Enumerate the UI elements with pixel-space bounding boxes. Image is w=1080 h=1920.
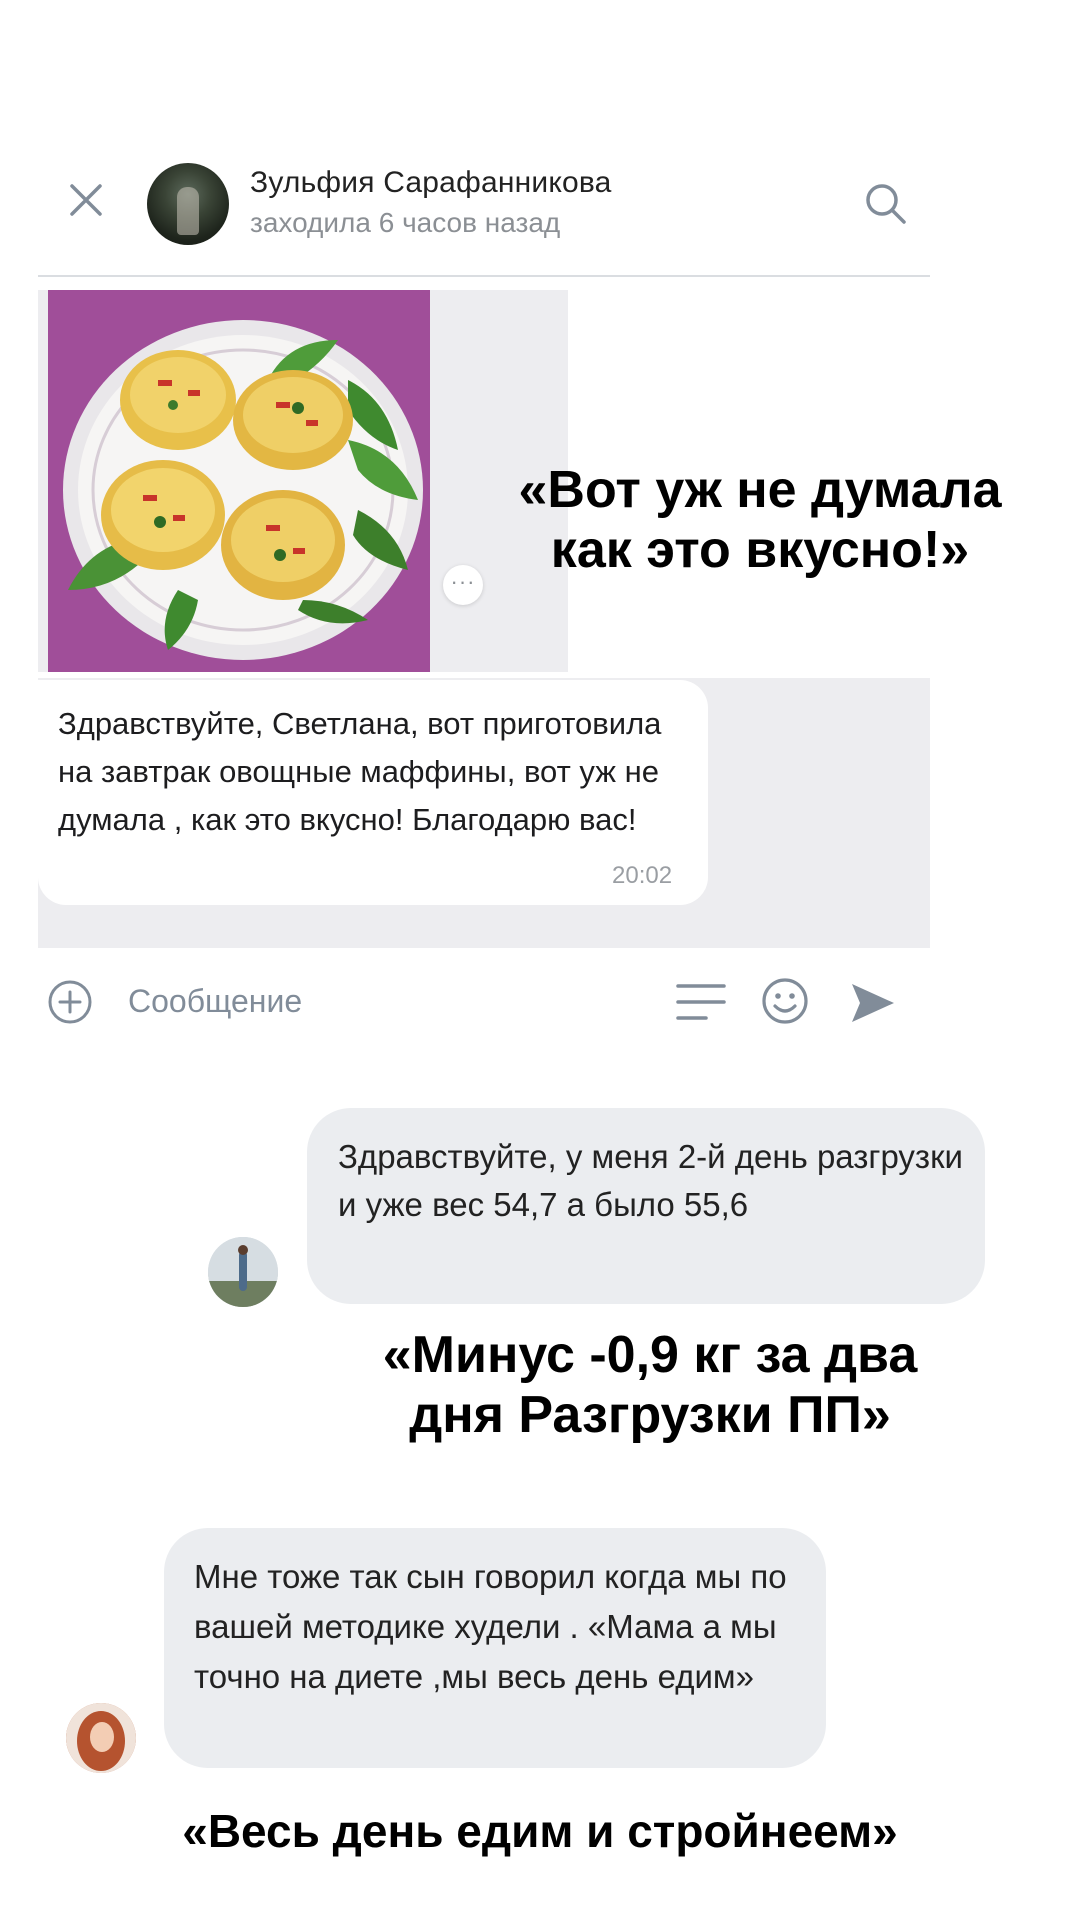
- add-circle-icon[interactable]: [46, 978, 94, 1026]
- quote-caption-1: «Вот уж не думала как это вкусно!»: [518, 461, 1002, 580]
- more-options-button[interactable]: ···: [443, 565, 483, 605]
- sender-avatar[interactable]: [66, 1703, 136, 1773]
- quote-caption-3: «Весь день едим и стройнеем»: [182, 1805, 898, 1857]
- send-icon[interactable]: [848, 978, 898, 1028]
- quote-caption-2: «Минус -0,9 кг за два дня Разгрузки ПП»: [382, 1326, 918, 1445]
- message-text: Здравствуйте, Светлана, вот приготовила …: [58, 706, 662, 837]
- header-divider: [38, 275, 930, 277]
- food-photo[interactable]: [48, 290, 430, 672]
- message-text: Мне тоже так сын говорил когда мы по ваш…: [194, 1558, 787, 1695]
- message-text: Здравствуйте, у меня 2-й день разгрузки …: [338, 1138, 963, 1223]
- contact-last-seen: заходила 6 часов назад: [250, 207, 561, 238]
- contact-name[interactable]: Зульфия Сарафанникова: [250, 166, 612, 200]
- sender-avatar[interactable]: [208, 1237, 278, 1307]
- message-time: 20:02: [612, 862, 673, 889]
- bot-keyboard-icon[interactable]: [676, 980, 726, 1024]
- search-icon[interactable]: [862, 180, 910, 228]
- close-icon[interactable]: [66, 180, 106, 220]
- contact-avatar[interactable]: [147, 163, 229, 245]
- emoji-icon[interactable]: [760, 976, 810, 1026]
- message-input[interactable]: Сообщение: [128, 983, 302, 1020]
